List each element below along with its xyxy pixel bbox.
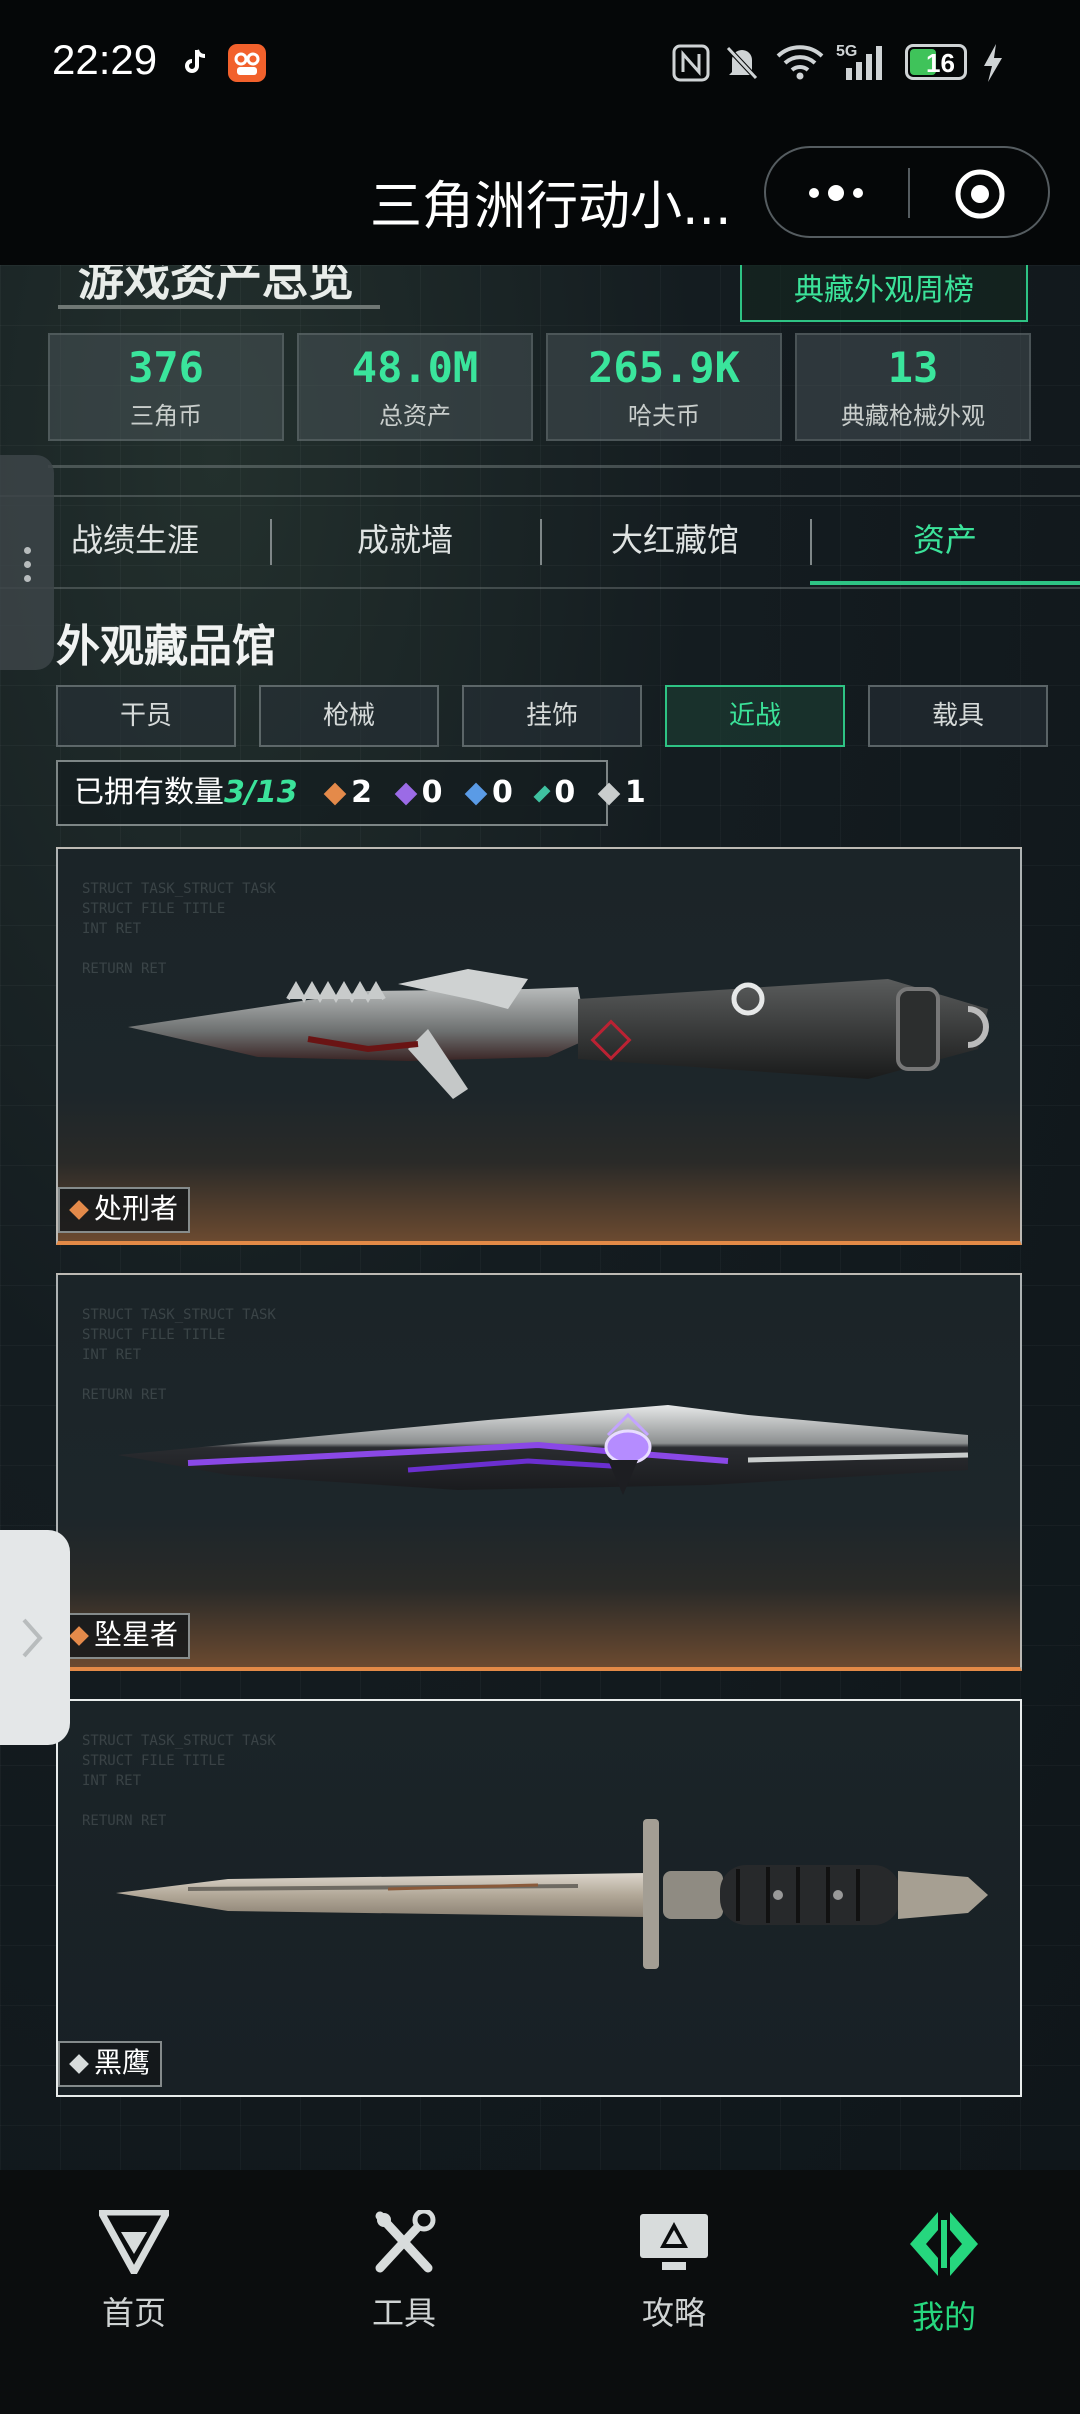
stat-value: 13 xyxy=(887,343,939,392)
nav-guide[interactable]: 攻略 xyxy=(574,2210,774,2334)
nav-tools[interactable]: 工具 xyxy=(304,2208,504,2334)
nav-home[interactable]: 首页 xyxy=(34,2208,234,2334)
tools-icon xyxy=(375,2208,436,2273)
more-dots-icon[interactable] xyxy=(804,178,868,208)
knife-executioner-image xyxy=(128,969,989,1099)
nav-label: 首页 xyxy=(101,2294,166,2332)
bottom-nav: 首页 工具 攻略 我的 xyxy=(0,2170,1080,2414)
stat-card: 48.0M 总资产 xyxy=(297,333,533,441)
rarity-blue-icon xyxy=(464,782,488,805)
stat-label: 哈夫币 xyxy=(628,402,700,430)
nav-label: 工具 xyxy=(371,2294,436,2332)
rarity-count: 1 xyxy=(624,775,646,810)
owned-label: 已拥有数量 xyxy=(74,775,224,810)
rarity-purple-icon xyxy=(394,782,417,805)
item-name: 黑鹰 xyxy=(94,2046,151,2079)
collection-item-card[interactable]: STRUCT TASK_STRUCT TASK STRUCT FILE TITLE… xyxy=(56,1273,1022,1671)
mute-icon xyxy=(726,46,758,80)
category-charms[interactable]: 挂饰 xyxy=(462,685,642,747)
mini-program-header: 三角洲行动小... xyxy=(0,130,1080,265)
item-name-tag: 处刑者 xyxy=(58,1187,191,1233)
collection-item-card[interactable]: STRUCT TASK_STRUCT TASK STRUCT FILE TITLE… xyxy=(56,1699,1022,2097)
tab-assets[interactable]: 资产 xyxy=(810,497,1080,585)
knife-starfall-image xyxy=(118,1405,969,1495)
rarity-count: 2 xyxy=(351,775,373,810)
wifi-icon xyxy=(776,45,824,80)
rarity-count: 0 xyxy=(491,775,513,810)
stat-card: 13 典藏枪械外观 xyxy=(795,333,1031,441)
rarity-green-icon xyxy=(533,785,551,802)
side-drawer-handle[interactable] xyxy=(0,455,54,670)
stat-value: 265.9K xyxy=(588,343,740,392)
collection-title: 外观藏品馆 xyxy=(56,621,276,672)
status-bar: 22:29 5G 16 xyxy=(0,0,1080,130)
app-icon xyxy=(228,44,266,82)
rarity-white-icon xyxy=(597,782,621,805)
rarity-orange-icon xyxy=(323,782,347,805)
category-firearms[interactable]: 枪械 xyxy=(259,685,439,747)
owned-count: 3/13 xyxy=(224,775,298,810)
status-time: 22:29 xyxy=(52,36,158,83)
weekly-rank-button[interactable]: 典藏外观周榜 xyxy=(740,265,1028,322)
battery-icon: 16 xyxy=(905,44,967,80)
owned-count-bar: 已拥有数量3/13 2 0 0 0 1 xyxy=(56,760,646,826)
nfc-icon xyxy=(672,44,710,82)
nav-profile[interactable]: 我的 xyxy=(844,2210,1044,2338)
stat-card: 376 三角币 xyxy=(48,333,284,441)
guide-monitor-icon xyxy=(640,2214,708,2270)
item-name-tag: 黑鹰 xyxy=(58,2041,163,2087)
nav-label: 攻略 xyxy=(641,2294,706,2332)
profile-logo-icon xyxy=(910,2212,978,2276)
svg-text:5G: 5G xyxy=(836,43,857,60)
category-vehicles[interactable]: 载具 xyxy=(868,685,1048,747)
rarity-orange-icon xyxy=(69,1626,89,1646)
side-expand-button[interactable] xyxy=(0,1530,70,1745)
tiktok-icon xyxy=(185,49,206,73)
home-logo-icon xyxy=(95,2208,173,2280)
mini-program-capsule xyxy=(764,146,1050,238)
nav-label: 我的 xyxy=(911,2298,976,2336)
scroll-content[interactable]: 游戏资产总览 典藏外观周榜 376 三角币 48.0M 总资产 265.9K 哈… xyxy=(0,265,1080,2170)
item-name: 坠星者 xyxy=(94,1618,179,1651)
charging-icon xyxy=(984,44,1002,82)
collection-item-card[interactable]: STRUCT TASK_STRUCT TASK STRUCT FILE TITLE… xyxy=(56,847,1022,1245)
stat-value: 48.0M xyxy=(351,343,479,392)
profile-tabs: 战绩生涯 成就墙 大红藏馆 资产 xyxy=(0,495,1080,589)
category-operator[interactable]: 干员 xyxy=(56,685,236,747)
5g-signal-icon: 5G xyxy=(836,43,882,80)
category-melee[interactable]: 近战 xyxy=(665,685,845,747)
rarity-count: 0 xyxy=(421,775,443,810)
stat-card: 265.9K 哈夫币 xyxy=(546,333,782,441)
stat-label: 三角币 xyxy=(130,402,202,430)
stat-label: 总资产 xyxy=(379,402,451,430)
item-name: 处刑者 xyxy=(94,1192,179,1225)
rarity-white-icon xyxy=(69,2054,89,2074)
page-title: 三角洲行动小... xyxy=(370,177,732,237)
knife-black-eagle-image xyxy=(116,1819,988,1969)
rarity-orange-icon xyxy=(69,1200,89,1220)
chevron-right-icon xyxy=(22,1618,43,1658)
stat-value: 376 xyxy=(128,343,204,392)
rarity-count: 0 xyxy=(554,775,576,810)
tab-achievements[interactable]: 成就墙 xyxy=(270,497,540,585)
target-close-icon[interactable] xyxy=(954,168,1006,220)
tab-red-collection[interactable]: 大红藏馆 xyxy=(540,497,810,585)
item-name-tag: 坠星者 xyxy=(58,1613,191,1659)
stat-label: 典藏枪械外观 xyxy=(841,402,985,430)
battery-level: 16 xyxy=(926,48,955,78)
asset-overview-title: 游戏资产总览 xyxy=(78,265,354,306)
